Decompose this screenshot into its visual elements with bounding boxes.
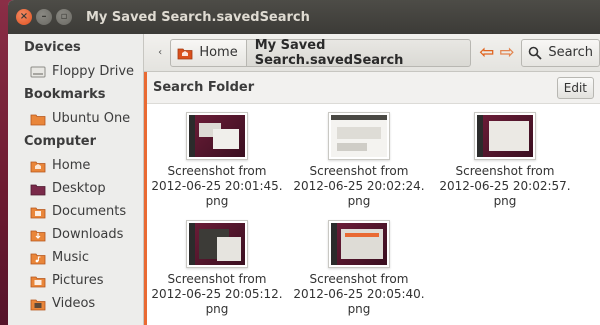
sidebar-item-label: Videos bbox=[52, 296, 96, 311]
sidebar-heading-bookmarks: Bookmarks bbox=[24, 87, 106, 102]
file-name-line: Screenshot from bbox=[167, 272, 267, 286]
sidebar-item-home[interactable]: Home bbox=[8, 154, 143, 177]
search-button[interactable]: Search bbox=[521, 38, 600, 67]
file-name-line: Screenshot from bbox=[167, 164, 267, 178]
file-view: Search Folder Edit Screenshot from 2012-… bbox=[144, 72, 600, 325]
search-label: Search bbox=[548, 45, 593, 60]
file-name: Screenshot from 2012-06-25 20:01:45. png bbox=[151, 164, 282, 209]
documents-folder-icon bbox=[30, 207, 46, 218]
thumbnail-image bbox=[328, 112, 390, 160]
pictures-folder-icon bbox=[30, 276, 46, 287]
breadcrumb-home-label: Home bbox=[199, 45, 238, 60]
file-item[interactable]: Screenshot from 2012-06-25 20:02:57. png bbox=[435, 112, 575, 209]
edit-button[interactable]: Edit bbox=[556, 76, 594, 99]
sidebar-item-label: Downloads bbox=[52, 227, 124, 242]
sidebar-item-label: Music bbox=[52, 250, 89, 265]
thumbnail-image bbox=[474, 112, 536, 160]
file-name: Screenshot from 2012-06-25 20:05:40. png bbox=[293, 272, 424, 317]
sidebar-item-videos[interactable]: Videos bbox=[8, 292, 143, 315]
sidebar-item-pictures[interactable]: Pictures bbox=[8, 269, 143, 292]
search-folder-title: Search Folder bbox=[153, 80, 255, 95]
sidebar-item-music[interactable]: Music bbox=[8, 246, 143, 269]
home-folder-icon bbox=[177, 48, 193, 59]
thumbnail-image bbox=[186, 220, 248, 268]
home-folder-icon bbox=[30, 161, 46, 172]
file-name-line: 2012-06-25 20:05:12. bbox=[151, 287, 283, 301]
window-title: My Saved Search.savedSearch bbox=[86, 9, 310, 25]
file-name-line: 2012-06-25 20:01:45. bbox=[151, 179, 283, 193]
sidebar-heading-devices: Devices bbox=[24, 40, 81, 55]
file-name-line: png bbox=[347, 194, 371, 208]
sidebar-item-documents[interactable]: Documents bbox=[8, 200, 143, 223]
videos-folder-icon bbox=[30, 299, 46, 310]
file-item[interactable]: Screenshot from 2012-06-25 20:01:45. png bbox=[147, 112, 287, 209]
breadcrumb-current[interactable]: My Saved Search.savedSearch bbox=[245, 38, 471, 68]
maximize-button[interactable]: ▫ bbox=[56, 9, 72, 25]
breadcrumb-home[interactable]: Home bbox=[170, 38, 247, 67]
title-bar: × – ▫ My Saved Search.savedSearch bbox=[8, 0, 600, 34]
file-name: Screenshot from 2012-06-25 20:02:24. png bbox=[293, 164, 424, 209]
path-scroll-left-button[interactable]: ‹ bbox=[150, 39, 170, 67]
thumbnail-image bbox=[186, 112, 248, 160]
main-pane: ‹ Home My Saved Search.savedSearch ⇦ ⇨ S… bbox=[144, 34, 600, 325]
file-item[interactable]: Screenshot from 2012-06-25 20:02:24. png bbox=[289, 112, 429, 209]
sidebar-item-label: Ubuntu One bbox=[52, 111, 131, 126]
file-name-line: Screenshot from bbox=[455, 164, 555, 178]
file-item[interactable]: Screenshot from 2012-06-25 20:05:40. png bbox=[289, 220, 429, 317]
sidebar: Devices Floppy Drive Bookmarks Ubuntu On… bbox=[8, 34, 144, 325]
sidebar-item-label: Floppy Drive bbox=[52, 64, 135, 79]
file-name-line: 2012-06-25 20:02:57. bbox=[439, 179, 571, 193]
file-name-line: png bbox=[205, 194, 229, 208]
file-name-line: 2012-06-25 20:05:40. bbox=[293, 287, 425, 301]
search-icon bbox=[529, 46, 542, 60]
file-name-line: 2012-06-25 20:02:24. bbox=[293, 179, 425, 193]
search-folder-bar: Search Folder Edit bbox=[145, 72, 600, 104]
downloads-folder-icon bbox=[30, 230, 46, 241]
file-name-line: png bbox=[493, 194, 517, 208]
sidebar-item-downloads[interactable]: Downloads bbox=[8, 223, 143, 246]
thumbnail-image bbox=[328, 220, 390, 268]
toolbar: ‹ Home My Saved Search.savedSearch ⇦ ⇨ S… bbox=[144, 34, 600, 72]
file-name: Screenshot from 2012-06-25 20:02:57. png bbox=[439, 164, 570, 209]
sidebar-item-label: Pictures bbox=[52, 273, 104, 288]
close-button[interactable]: × bbox=[16, 9, 32, 25]
folder-icon bbox=[30, 114, 46, 125]
forward-arrow-icon[interactable]: ⇨ bbox=[497, 39, 517, 67]
file-item[interactable]: Screenshot from 2012-06-25 20:05:12. png bbox=[147, 220, 287, 317]
file-name-line: png bbox=[205, 302, 229, 316]
minimize-button[interactable]: – bbox=[36, 9, 52, 25]
back-arrow-icon[interactable]: ⇦ bbox=[477, 39, 497, 67]
sidebar-item-label: Home bbox=[52, 158, 91, 173]
sidebar-item-floppy-drive[interactable]: Floppy Drive bbox=[8, 60, 143, 83]
file-name: Screenshot from 2012-06-25 20:05:12. png bbox=[151, 272, 282, 317]
sidebar-item-label: Documents bbox=[52, 204, 127, 219]
file-manager-window: × – ▫ My Saved Search.savedSearch Device… bbox=[8, 0, 600, 325]
file-name-line: Screenshot from bbox=[309, 164, 409, 178]
file-name-line: png bbox=[347, 302, 371, 316]
sidebar-item-ubuntu-one[interactable]: Ubuntu One bbox=[8, 107, 143, 130]
floppy-drive-icon bbox=[30, 66, 46, 77]
sidebar-heading-computer: Computer bbox=[24, 134, 97, 149]
music-folder-icon bbox=[30, 253, 46, 264]
sidebar-item-desktop[interactable]: Desktop bbox=[8, 177, 143, 200]
sidebar-item-label: Desktop bbox=[52, 181, 106, 196]
file-name-line: Screenshot from bbox=[309, 272, 409, 286]
desktop-folder-icon bbox=[30, 184, 46, 195]
